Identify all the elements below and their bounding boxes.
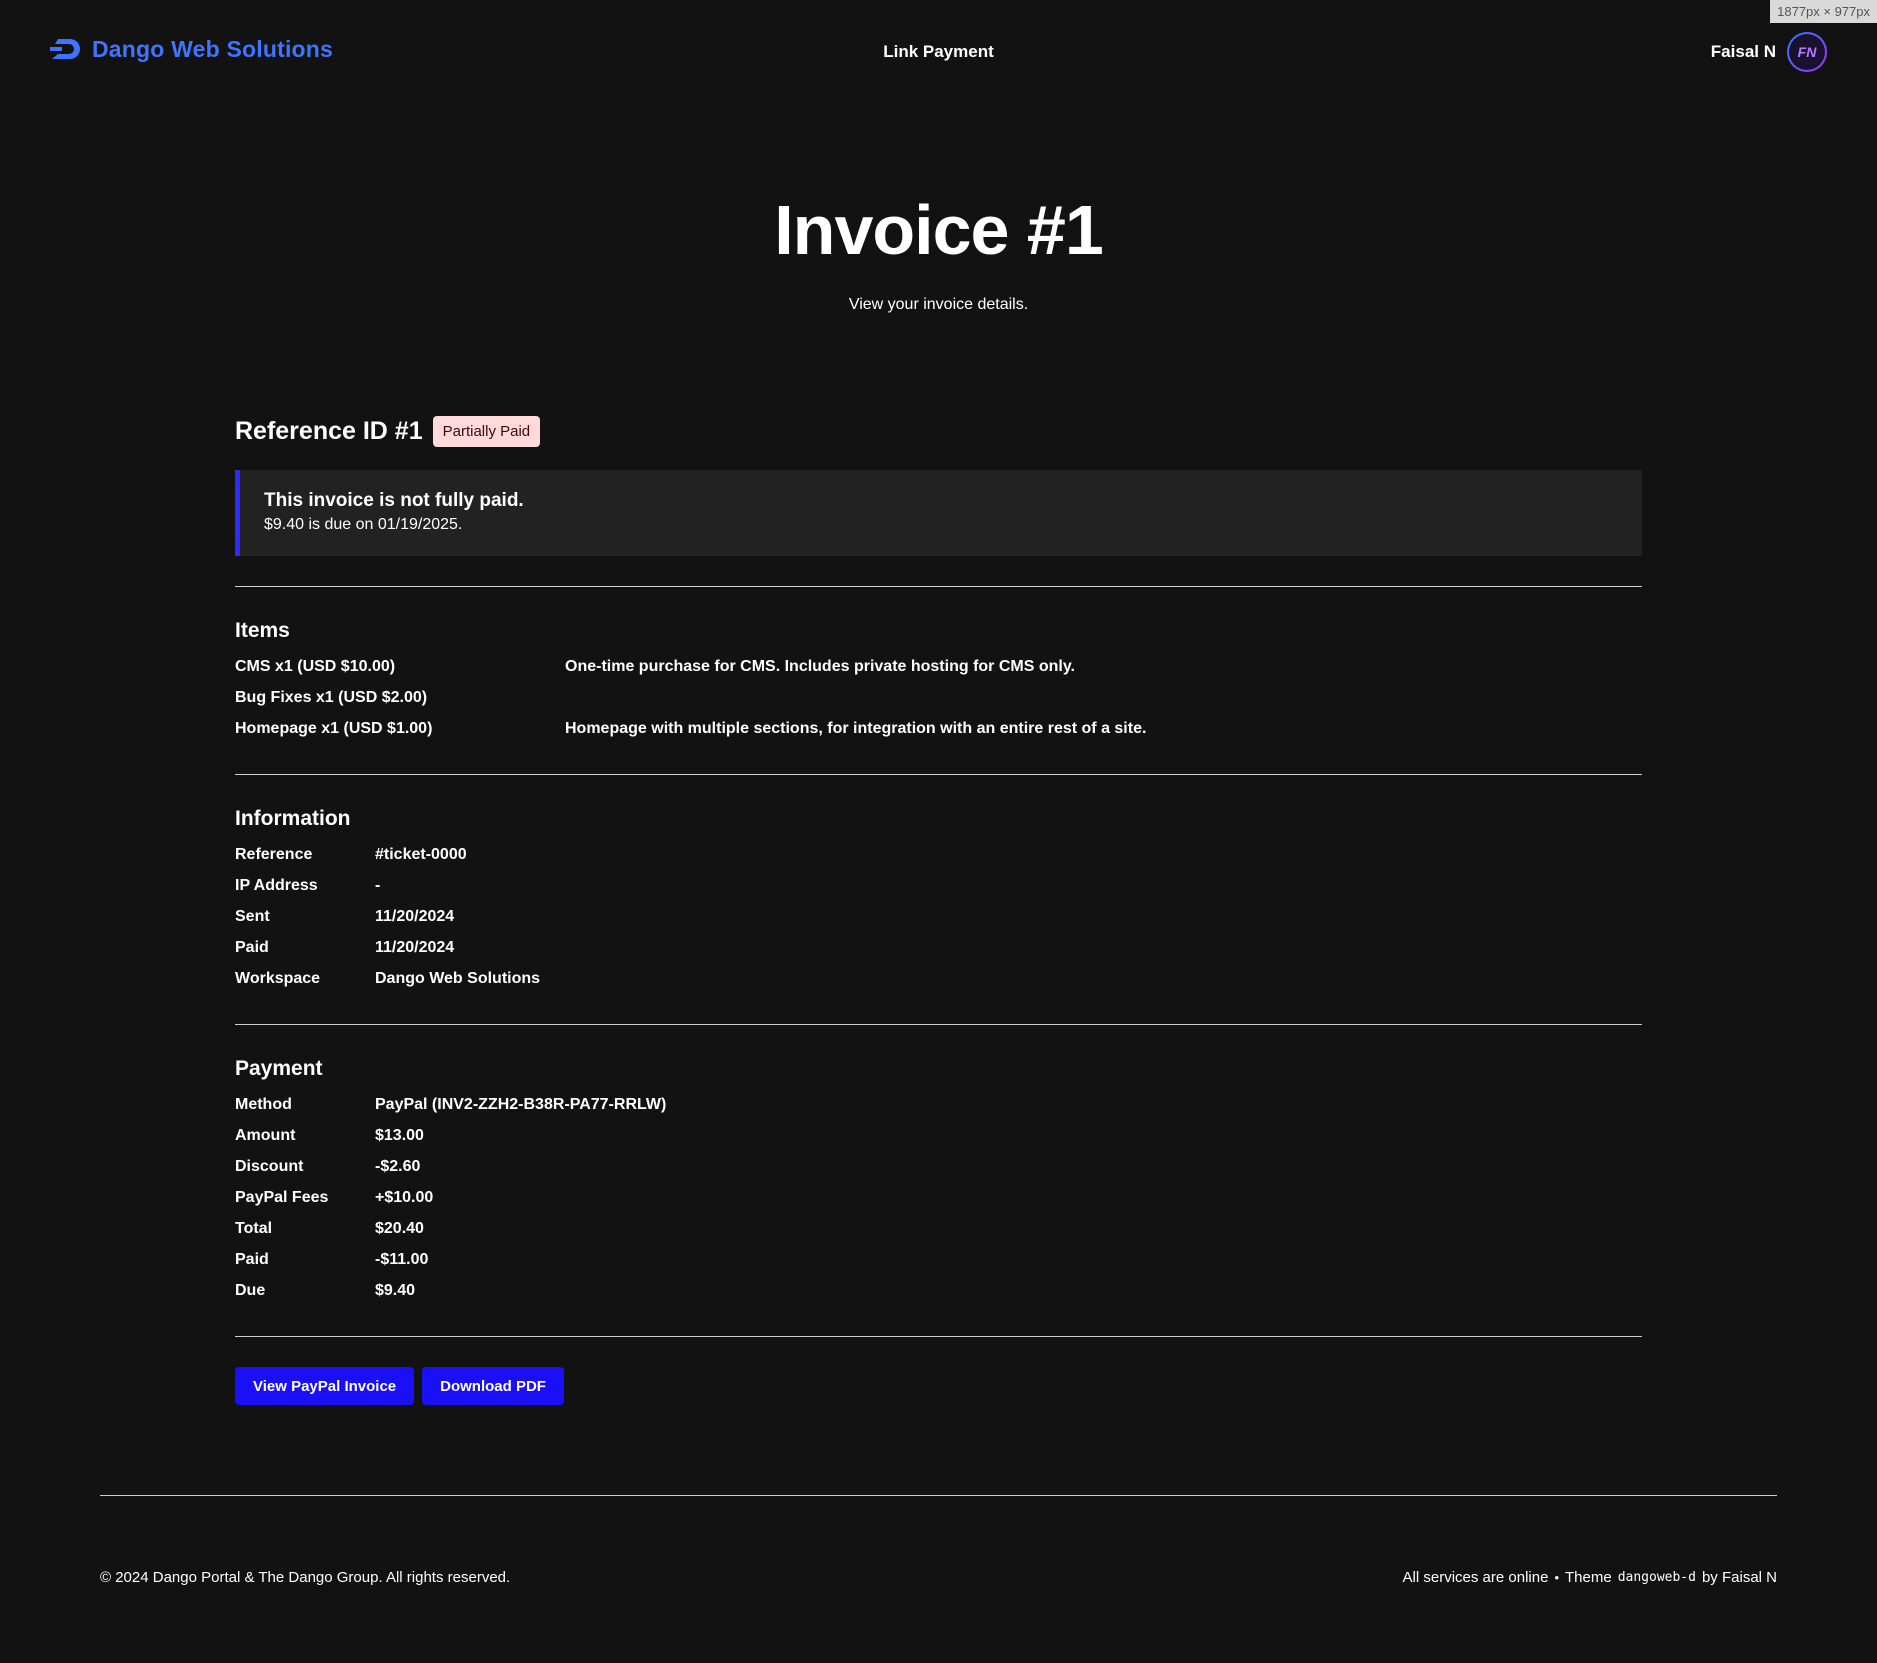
payment-value: PayPal (INV2-ZZH2-B38R-PA77-RRLW) [375, 1095, 667, 1113]
item-row: Bug Fixes x1 (USD $2.00) [235, 682, 1642, 713]
action-buttons: View PayPal Invoice Download PDF [235, 1367, 1642, 1405]
payment-value: +$10.00 [375, 1188, 434, 1206]
payment-section: Payment Method PayPal (INV2-ZZH2-B38R-PA… [235, 1057, 1642, 1306]
reference-header: Reference ID #1 Partially Paid [235, 412, 1642, 450]
info-label: Sent [235, 907, 270, 925]
view-paypal-invoice-button[interactable]: View PayPal Invoice [235, 1367, 415, 1405]
item-name: Bug Fixes x1 (USD $2.00) [235, 688, 428, 706]
items-section: Items CMS x1 (USD $10.00) One-time purch… [235, 619, 1642, 744]
footer-divider [100, 1495, 1777, 1496]
info-row: Reference #ticket-0000 [235, 839, 1642, 870]
payment-value: $13.00 [375, 1126, 424, 1144]
invoice-content: Reference ID #1 Partially Paid This invo… [235, 412, 1642, 1405]
avatar-initials: FN [1789, 34, 1825, 70]
download-pdf-button[interactable]: Download PDF [422, 1367, 564, 1405]
payment-alert: This invoice is not fully paid. $9.40 is… [235, 470, 1642, 556]
divider [235, 774, 1642, 775]
info-value: 11/20/2024 [375, 938, 455, 956]
divider [235, 586, 1642, 587]
divider [235, 1024, 1642, 1025]
payment-row: Method PayPal (INV2-ZZH2-B38R-PA77-RRLW) [235, 1089, 1642, 1120]
alert-title: This invoice is not fully paid. [264, 490, 524, 511]
info-value: 11/20/2024 [375, 907, 455, 925]
separator-dot: • [1554, 1570, 1559, 1585]
item-description: One-time purchase for CMS. Includes priv… [565, 657, 1075, 675]
info-label: IP Address [235, 876, 318, 894]
reference-title: Reference ID #1 [235, 416, 423, 445]
divider [235, 1336, 1642, 1337]
item-row: CMS x1 (USD $10.00) One-time purchase fo… [235, 651, 1642, 682]
payment-row: Discount -$2.60 [235, 1151, 1642, 1182]
payment-label: PayPal Fees [235, 1188, 329, 1206]
payment-row: PayPal Fees +$10.00 [235, 1182, 1642, 1213]
link-payment-link[interactable]: Link Payment [883, 42, 994, 61]
item-description: Homepage with multiple sections, for int… [565, 719, 1147, 737]
header: Dango Web Solutions Link Payment Faisal … [0, 0, 1877, 100]
payment-value: $20.40 [375, 1219, 424, 1237]
payment-value: $9.40 [375, 1281, 416, 1299]
info-row: IP Address - [235, 870, 1642, 901]
payment-row: Amount $13.00 [235, 1120, 1642, 1151]
payment-value: -$11.00 [375, 1250, 429, 1268]
item-row: Homepage x1 (USD $1.00) Homepage with mu… [235, 713, 1642, 744]
item-name: Homepage x1 (USD $1.00) [235, 719, 433, 737]
page-subtitle: View your invoice details. [848, 296, 1029, 313]
payment-title: Payment [235, 1057, 323, 1080]
info-label: Workspace [235, 969, 321, 987]
status-badge: Partially Paid [432, 415, 541, 447]
avatar[interactable]: FN [1787, 32, 1827, 72]
dango-logo-icon [50, 38, 80, 59]
info-label: Reference [235, 845, 313, 863]
user-menu[interactable]: Faisal N FN [1711, 32, 1827, 72]
footer-status: All services are online • Theme dangoweb… [1403, 1569, 1777, 1586]
info-value: #ticket-0000 [375, 845, 467, 863]
payment-label: Discount [235, 1157, 304, 1175]
info-label: Paid [235, 938, 269, 956]
user-name: Faisal N [1710, 42, 1776, 61]
theme-name: dangoweb-d [1617, 1570, 1696, 1585]
page: 1877px × 977px Dango Web Solutions Link … [0, 0, 1877, 1663]
alert-text: $9.40 is due on 01/19/2025. [264, 516, 463, 533]
info-value: - [375, 876, 381, 894]
items-title: Items [235, 619, 290, 642]
payment-value: -$2.60 [375, 1157, 421, 1175]
payment-row: Paid -$11.00 [235, 1244, 1642, 1275]
theme-prefix: Theme [1565, 1569, 1612, 1586]
payment-row: Total $20.40 [235, 1213, 1642, 1244]
info-row: Workspace Dango Web Solutions [235, 963, 1642, 994]
item-name: CMS x1 (USD $10.00) [235, 657, 396, 675]
copyright: © 2024 Dango Portal & The Dango Group. A… [100, 1569, 511, 1586]
payment-row: Due $9.40 [235, 1275, 1642, 1306]
info-value: Dango Web Solutions [375, 969, 541, 987]
payment-label: Due [235, 1281, 266, 1299]
page-title: Invoice #1 [774, 191, 1104, 269]
information-section: Information Reference #ticket-0000 IP Ad… [235, 807, 1642, 994]
payment-label: Paid [235, 1250, 269, 1268]
brand-name: Dango Web Solutions [92, 36, 334, 62]
payment-label: Method [235, 1095, 292, 1113]
service-status-link[interactable]: All services are online [1403, 1569, 1549, 1586]
payment-label: Amount [235, 1126, 296, 1144]
info-row: Paid 11/20/2024 [235, 932, 1642, 963]
info-row: Sent 11/20/2024 [235, 901, 1642, 932]
payment-label: Total [235, 1219, 273, 1237]
theme-author[interactable]: by Faisal N [1702, 1569, 1777, 1586]
brand-logo-link[interactable]: Dango Web Solutions [50, 36, 333, 63]
information-title: Information [235, 807, 351, 830]
